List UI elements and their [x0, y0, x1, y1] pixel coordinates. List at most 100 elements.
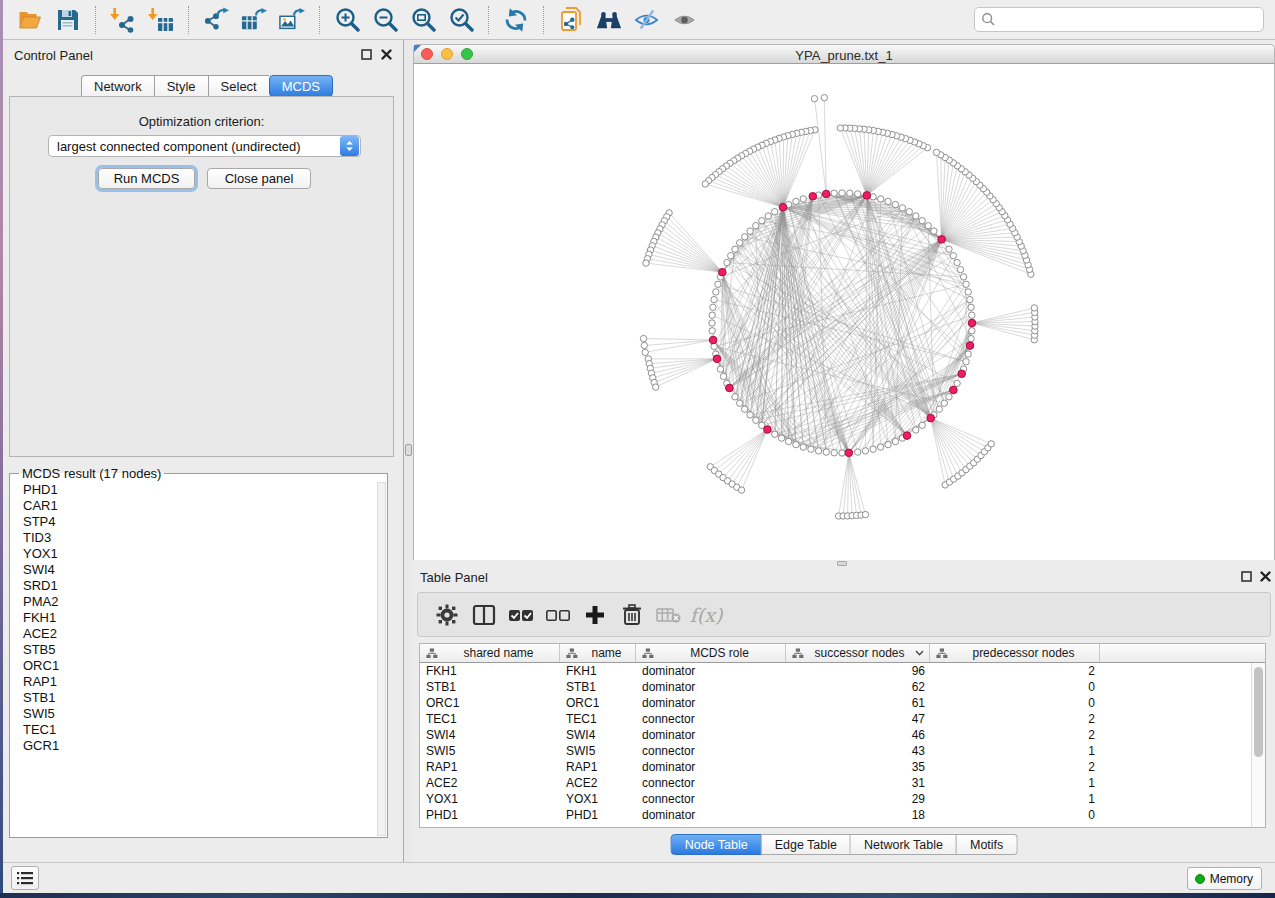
table-row[interactable]: PHD1PHD1dominator180	[420, 807, 1265, 823]
zoom-in-button[interactable]	[334, 7, 360, 33]
save-session-button[interactable]	[55, 7, 81, 33]
column-type-icon	[792, 648, 804, 659]
memory-button[interactable]: Memory	[1187, 867, 1262, 890]
task-history-button[interactable]	[11, 866, 39, 890]
cell: ORC1	[560, 695, 636, 711]
mcds-result-scrollbar[interactable]	[377, 482, 386, 836]
column-header-predecessor-nodes[interactable]: predecessor nodes	[930, 644, 1100, 662]
close-panel-icon[interactable]	[1260, 571, 1271, 582]
open-file-button[interactable]	[17, 7, 43, 33]
unselect-all-columns-button[interactable]	[544, 602, 572, 628]
tab-motifs[interactable]: Motifs	[957, 834, 1017, 855]
sort-descending-icon	[915, 650, 924, 656]
clone-network-button[interactable]	[558, 7, 584, 33]
cell: 1	[930, 791, 1100, 807]
mcds-result-title: MCDS result (17 nodes)	[19, 466, 164, 481]
table-panel: Table Panel f(x) shared namenameMCDS rol…	[413, 567, 1275, 862]
vertical-splitter[interactable]	[403, 40, 413, 862]
table-row[interactable]: ACE2ACE2connector311	[420, 775, 1265, 791]
tab-select[interactable]: Select	[208, 75, 269, 97]
cell-filler	[1100, 711, 1265, 727]
column-header-MCDS-role[interactable]: MCDS role	[636, 644, 786, 662]
mcds-result-item[interactable]: SWI4	[23, 562, 387, 578]
splitter-grip[interactable]	[405, 444, 412, 456]
table-row[interactable]: YOX1YOX1connector291	[420, 791, 1265, 807]
table-scrollbar-thumb[interactable]	[1254, 667, 1263, 757]
tab-style[interactable]: Style	[154, 75, 208, 97]
mcds-result-item[interactable]: PMA2	[23, 594, 387, 610]
cell: 96	[786, 663, 930, 679]
column-header-shared-name[interactable]: shared name	[420, 644, 560, 662]
cell: 31	[786, 775, 930, 791]
mcds-result-item[interactable]: TID3	[23, 530, 387, 546]
mcds-result-item[interactable]: ORC1	[23, 658, 387, 674]
table-row[interactable]: FKH1FKH1dominator962	[420, 663, 1265, 679]
cell: connector	[636, 711, 786, 727]
cell: FKH1	[420, 663, 560, 679]
cell: PHD1	[420, 807, 560, 823]
float-panel-icon[interactable]	[1241, 571, 1252, 582]
show-columns-button[interactable]	[470, 602, 498, 628]
delete-column-button[interactable]	[618, 602, 646, 628]
splitter-grip[interactable]	[837, 561, 847, 566]
optimization-criterion-select[interactable]: largest connected component (undirected)	[48, 135, 361, 157]
mcds-result-item[interactable]: STP4	[23, 514, 387, 530]
table-row[interactable]: ORC1ORC1dominator610	[420, 695, 1265, 711]
import-network-button[interactable]	[110, 7, 136, 33]
cell: 18	[786, 807, 930, 823]
tab-network-table[interactable]: Network Table	[851, 834, 957, 855]
mcds-result-item[interactable]: FKH1	[23, 610, 387, 626]
import-table-button[interactable]	[148, 7, 174, 33]
toolbar-separator	[95, 6, 96, 34]
search-icon	[981, 12, 996, 27]
mcds-result-item[interactable]: CAR1	[23, 498, 387, 514]
search-box[interactable]	[974, 7, 1264, 32]
mcds-result-item[interactable]: STB5	[23, 642, 387, 658]
table-row[interactable]: TEC1TEC1connector472	[420, 711, 1265, 727]
table-scrollbar[interactable]	[1251, 663, 1265, 827]
tab-edge-table[interactable]: Edge Table	[762, 834, 851, 855]
main-toolbar	[3, 0, 1275, 40]
tab-mcds[interactable]: MCDS	[269, 75, 333, 97]
table-row[interactable]: RAP1RAP1dominator352	[420, 759, 1265, 775]
function-builder-button[interactable]: f(x)	[692, 602, 720, 628]
mcds-result-item[interactable]: GCR1	[23, 738, 387, 754]
zoom-out-button[interactable]	[372, 7, 398, 33]
mcds-result-item[interactable]: STB1	[23, 690, 387, 706]
close-panel-button[interactable]: Close panel	[207, 168, 311, 189]
table-row[interactable]: STB1STB1dominator620	[420, 679, 1265, 695]
horizontal-splitter[interactable]	[413, 560, 1275, 567]
mcds-result-item[interactable]: YOX1	[23, 546, 387, 562]
tab-node-table[interactable]: Node Table	[671, 834, 762, 855]
export-image-button[interactable]	[279, 7, 305, 33]
zoom-fit-button[interactable]	[410, 7, 436, 33]
delete-table-button[interactable]	[655, 602, 683, 628]
network-graph-canvas[interactable]	[415, 65, 1275, 559]
float-panel-icon[interactable]	[361, 49, 372, 60]
column-header-successor-nodes[interactable]: successor nodes	[786, 644, 930, 662]
table-row[interactable]: SWI5SWI5connector431	[420, 743, 1265, 759]
table-settings-button[interactable]	[433, 602, 461, 628]
table-row[interactable]: SWI4SWI4dominator462	[420, 727, 1265, 743]
find-button[interactable]	[596, 7, 622, 33]
mcds-result-item[interactable]: SWI5	[23, 706, 387, 722]
mcds-result-item[interactable]: RAP1	[23, 674, 387, 690]
tab-network[interactable]: Network	[81, 75, 154, 97]
create-column-button[interactable]	[581, 602, 609, 628]
apply-layout-button[interactable]	[503, 7, 529, 33]
export-table-button[interactable]	[241, 7, 267, 33]
show-details-button[interactable]	[672, 7, 698, 33]
mcds-result-item[interactable]: SRD1	[23, 578, 387, 594]
column-header-name[interactable]: name	[560, 644, 636, 662]
select-all-columns-button[interactable]	[507, 602, 535, 628]
hide-details-button[interactable]	[634, 7, 660, 33]
run-mcds-button[interactable]: Run MCDS	[98, 168, 195, 189]
mcds-result-item[interactable]: PHD1	[23, 482, 387, 498]
mcds-tab-panel: Optimization criterion: largest connecte…	[9, 96, 394, 457]
export-network-button[interactable]	[203, 7, 229, 33]
search-input[interactable]	[996, 13, 1263, 27]
close-panel-icon[interactable]	[381, 49, 392, 60]
mcds-result-item[interactable]: ACE2	[23, 626, 387, 642]
zoom-selected-button[interactable]	[448, 7, 474, 33]
mcds-result-item[interactable]: TEC1	[23, 722, 387, 738]
